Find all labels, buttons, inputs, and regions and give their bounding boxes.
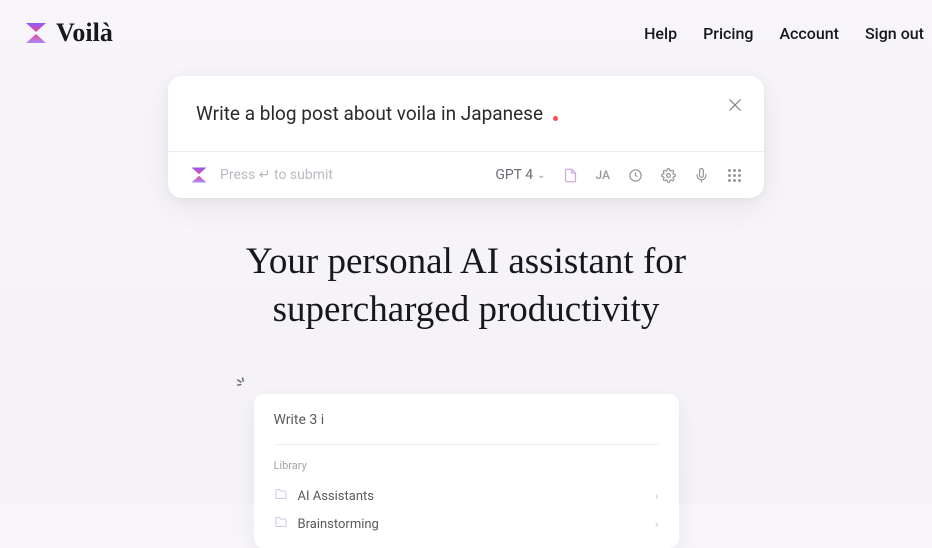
close-button[interactable] xyxy=(726,96,744,114)
prompt-input-area[interactable]: Write a blog post about voila in Japanes… xyxy=(168,76,764,152)
gear-icon[interactable] xyxy=(660,167,676,183)
language-badge[interactable]: JA xyxy=(596,168,611,182)
folder-icon xyxy=(274,516,288,532)
voila-logo-icon xyxy=(24,21,48,45)
library-item-name: AI Assistants xyxy=(298,489,374,504)
voila-small-icon xyxy=(190,166,208,184)
nav-signout[interactable]: Sign out xyxy=(865,24,924,43)
document-icon[interactable] xyxy=(563,167,579,183)
hero-title: Your personal AI assistant for superchar… xyxy=(0,238,932,334)
library-item-name: Brainstorming xyxy=(298,517,379,532)
nav-help[interactable]: Help xyxy=(644,24,677,43)
chevron-right-icon: › xyxy=(655,489,659,503)
header: Voilà Help Pricing Account Sign out xyxy=(0,0,932,66)
prompt-card: Write a blog post about voila in Japanes… xyxy=(168,76,764,198)
more-menu-icon[interactable] xyxy=(726,167,742,183)
cursor-dot-icon xyxy=(553,116,558,121)
library-search-input[interactable]: Write 3 i xyxy=(274,412,659,445)
brand-name: Voilà xyxy=(56,18,113,48)
click-indicator-icon xyxy=(234,375,253,397)
folder-icon xyxy=(274,488,288,504)
top-nav: Help Pricing Account Sign out xyxy=(644,24,924,43)
library-item[interactable]: Brainstorming › xyxy=(274,510,659,538)
model-label: GPT 4 xyxy=(495,167,533,183)
nav-account[interactable]: Account xyxy=(779,24,839,43)
hero-line-1: Your personal AI assistant for xyxy=(246,241,686,282)
toolbar-right: GPT 4 ⌄ JA xyxy=(495,167,742,183)
prompt-text: Write a blog post about voila in Japanes… xyxy=(196,102,714,125)
submit-hint: Press ↵ to submit xyxy=(220,167,333,183)
library-card: Write 3 i Library AI Assistants › Brains… xyxy=(254,394,679,548)
model-selector[interactable]: GPT 4 ⌄ xyxy=(495,167,545,183)
clock-icon[interactable] xyxy=(627,167,643,183)
chevron-down-icon: ⌄ xyxy=(537,170,545,181)
library-section-label: Library xyxy=(274,459,659,472)
microphone-icon[interactable] xyxy=(693,167,709,183)
nav-pricing[interactable]: Pricing xyxy=(703,24,753,43)
chevron-right-icon: › xyxy=(655,517,659,531)
hero-line-2: supercharged productivity xyxy=(273,289,660,330)
library-item[interactable]: AI Assistants › xyxy=(274,482,659,510)
prompt-toolbar: Press ↵ to submit GPT 4 ⌄ JA xyxy=(168,152,764,198)
toolbar-left: Press ↵ to submit xyxy=(190,166,333,184)
brand-logo[interactable]: Voilà xyxy=(24,18,113,48)
secondary-card-wrap: Write 3 i Library AI Assistants › Brains… xyxy=(254,394,679,548)
